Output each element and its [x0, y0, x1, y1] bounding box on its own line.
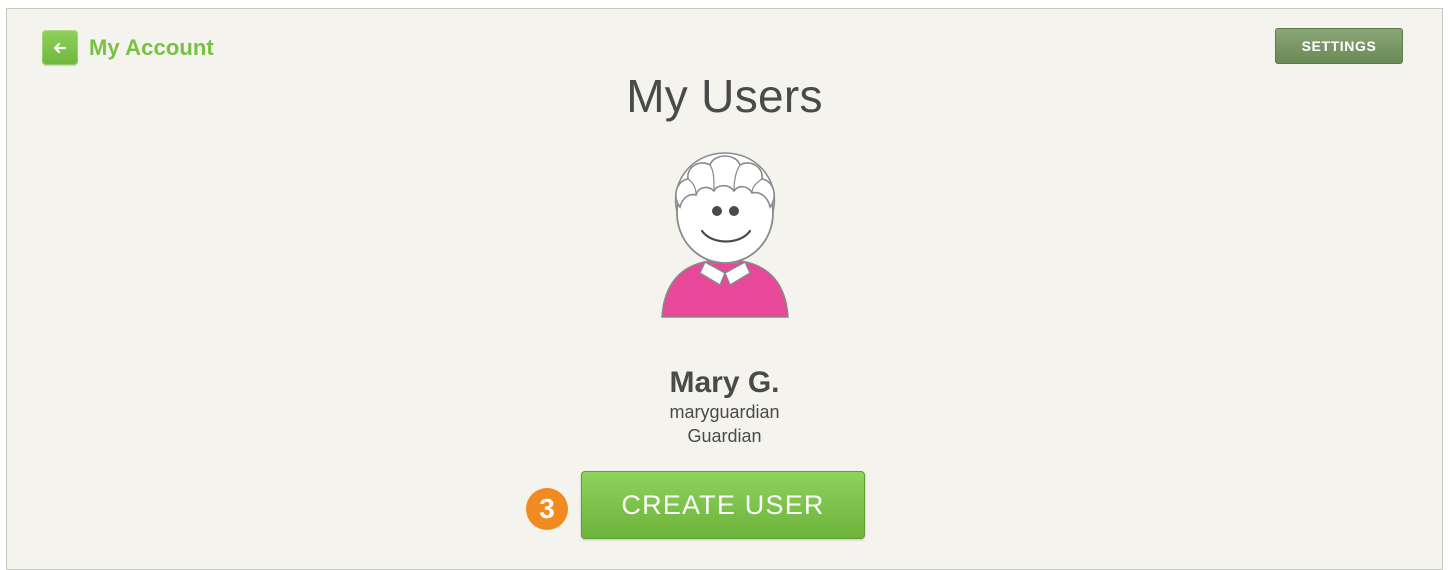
- back-arrow-button[interactable]: [42, 30, 78, 65]
- back-to-my-account-link[interactable]: My Account: [42, 30, 214, 65]
- back-arrow-icon: [54, 42, 66, 53]
- settings-button[interactable]: SETTINGS: [1275, 28, 1403, 64]
- user-username: maryguardian: [669, 402, 780, 422]
- user-name: Mary G.: [669, 366, 780, 399]
- user-role: Guardian: [687, 426, 762, 446]
- create-user-button[interactable]: CREATE USER: [581, 471, 865, 539]
- page-container: My Account SETTINGS My Users Mary G. mar…: [6, 8, 1443, 570]
- guardian-avatar-icon[interactable]: [650, 145, 800, 335]
- step-number-badge: 3: [526, 488, 568, 530]
- back-link-label[interactable]: My Account: [89, 35, 214, 61]
- page-title: My Users: [626, 70, 823, 122]
